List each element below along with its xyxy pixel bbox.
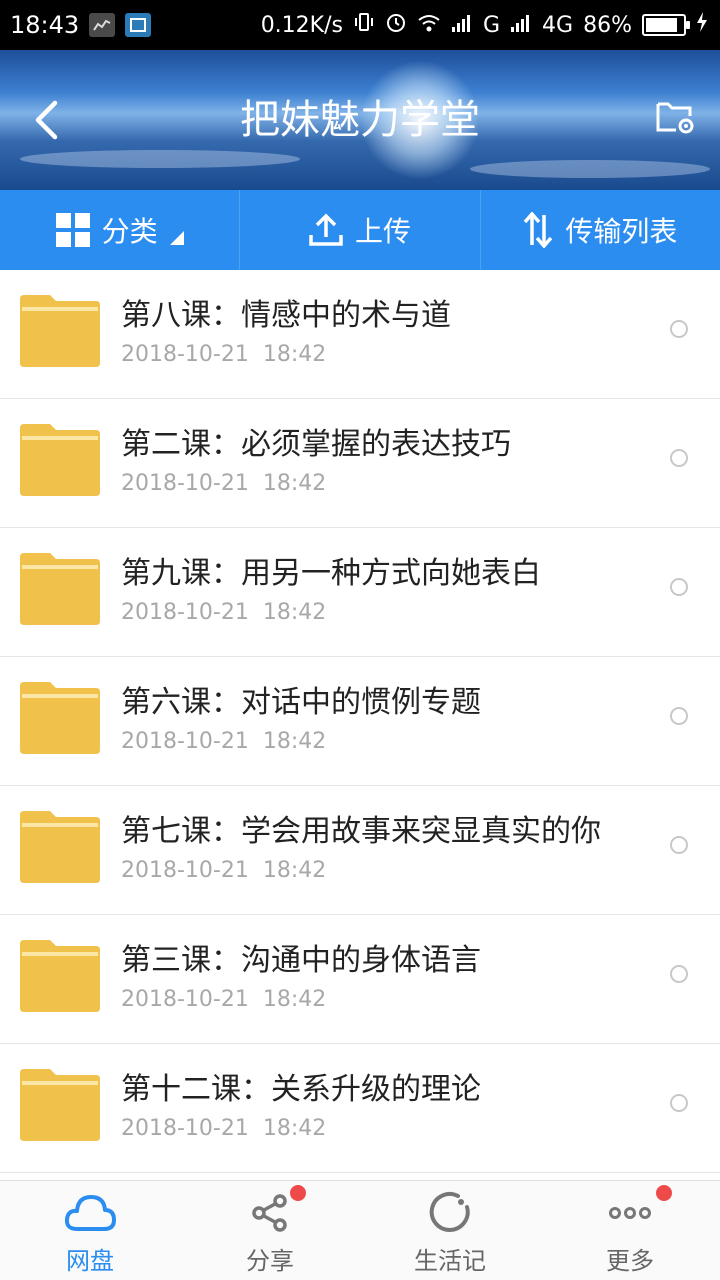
folder-icon <box>20 295 100 367</box>
folder-icon <box>20 940 100 1012</box>
folder-date: 2018-10-21 18:42 <box>121 1116 326 1141</box>
alarm-icon <box>385 11 407 39</box>
select-radio[interactable] <box>670 1094 688 1112</box>
folder-date: 2018-10-21 18:42 <box>121 471 326 496</box>
category-button[interactable]: 分类 <box>0 190 241 270</box>
more-icon <box>609 1207 651 1219</box>
folder-row[interactable]: 第三课：沟通中的身体语言 2018-10-21 18:42 <box>0 915 720 1044</box>
upload-icon <box>309 213 343 246</box>
folder-date-time: 18:42 <box>262 471 327 496</box>
folder-name: 第二课：必须掌握的表达技巧 <box>121 427 511 462</box>
category-label: 分类 <box>101 215 158 248</box>
upload-label: 上传 <box>354 215 411 248</box>
folder-date: 2018-10-21 18:42 <box>121 858 326 883</box>
folder-date-day: 2018-10-21 <box>121 729 249 754</box>
folder-date-time: 18:42 <box>262 987 327 1012</box>
nav-share-label: 分享 <box>246 1247 294 1275</box>
grid-icon <box>55 213 90 247</box>
select-radio[interactable] <box>670 836 688 854</box>
folder-name: 第七课：学会用故事来突显真实的你 <box>121 814 601 849</box>
nav-share[interactable]: 分享 <box>180 1181 360 1280</box>
nav-more-label: 更多 <box>606 1247 654 1275</box>
battery-percent: 86% <box>583 12 632 38</box>
folder-icon <box>20 1069 100 1141</box>
cloud-icon <box>64 1195 116 1231</box>
folder-name: 第十二课：关系升级的理论 <box>121 1072 481 1107</box>
life-record-icon <box>429 1192 470 1232</box>
folder-date-day: 2018-10-21 <box>121 858 249 883</box>
folder-date: 2018-10-21 18:42 <box>121 600 326 625</box>
folder-row[interactable]: 第九课：用另一种方式向她表白 2018-10-21 18:42 <box>0 528 720 657</box>
dropdown-triangle-icon <box>169 231 184 245</box>
net-speed: 0.12K/s <box>260 12 343 38</box>
nav-netdisk[interactable]: 网盘 <box>0 1181 180 1280</box>
folder-date-time: 18:42 <box>262 600 327 625</box>
screenshot-icon <box>125 13 152 37</box>
notification-dot <box>656 1185 672 1201</box>
folder-list: 第八课：情感中的术与道 2018-10-21 18:42 第二课：必须掌握的表达技巧… <box>0 270 720 1173</box>
page-title: 把妹魅力学堂 <box>240 97 480 143</box>
network-type-4g: 4G <box>542 12 574 38</box>
transfer-list-button[interactable]: 传输列表 <box>481 190 720 270</box>
select-radio[interactable] <box>670 449 688 467</box>
folder-date-day: 2018-10-21 <box>121 987 249 1012</box>
nav-netdisk-label: 网盘 <box>66 1247 114 1275</box>
activity-icon <box>89 13 116 37</box>
upload-button[interactable]: 上传 <box>240 190 481 270</box>
folder-date-time: 18:42 <box>262 858 327 883</box>
folder-settings-icon <box>656 102 694 134</box>
back-arrow-icon <box>35 100 58 140</box>
folder-name: 第六课：对话中的惯例专题 <box>121 685 481 720</box>
folder-settings-button[interactable] <box>654 96 702 144</box>
signal-icon <box>510 11 532 39</box>
wifi-icon <box>417 11 441 39</box>
folder-row[interactable]: 第十二课：关系升级的理论 2018-10-21 18:42 <box>0 1044 720 1173</box>
select-radio[interactable] <box>670 707 688 725</box>
folder-date-time: 18:42 <box>262 729 327 754</box>
status-time: 18:43 <box>10 11 80 39</box>
folder-icon <box>20 682 100 754</box>
folder-date-time: 18:42 <box>262 342 327 367</box>
bottom-nav: 网盘 分享 生活记 更多 <box>0 1180 720 1280</box>
share-icon <box>252 1194 287 1232</box>
folder-name: 第三课：沟通中的身体语言 <box>121 943 481 978</box>
back-button[interactable] <box>24 94 68 146</box>
folder-icon <box>20 811 100 883</box>
nav-life-label: 生活记 <box>414 1247 486 1275</box>
action-toolbar: 分类 上传 传输列表 <box>0 190 720 270</box>
charging-icon <box>696 11 708 39</box>
folder-name: 第八课：情感中的术与道 <box>121 298 451 333</box>
vibrate-icon <box>353 11 375 39</box>
nav-more[interactable]: 更多 <box>540 1181 720 1280</box>
folder-row[interactable]: 第二课：必须掌握的表达技巧 2018-10-21 18:42 <box>0 399 720 528</box>
folder-date-day: 2018-10-21 <box>121 342 249 367</box>
select-radio[interactable] <box>670 320 688 338</box>
network-type-g: G <box>482 12 501 38</box>
folder-row[interactable]: 第七课：学会用故事来突显真实的你 2018-10-21 18:42 <box>0 786 720 915</box>
folder-name: 第九课：用另一种方式向她表白 <box>121 556 541 591</box>
transfer-list-label: 传输列表 <box>565 215 678 248</box>
folder-row[interactable]: 第六课：对话中的惯例专题 2018-10-21 18:42 <box>0 657 720 786</box>
folder-date: 2018-10-21 18:42 <box>121 342 326 367</box>
status-bar: 18:43 0.12K/s G 4G 86% <box>0 0 720 50</box>
battery-icon <box>642 14 690 36</box>
signal-icon <box>451 11 473 39</box>
folder-icon <box>20 553 100 625</box>
folder-row[interactable]: 第八课：情感中的术与道 2018-10-21 18:42 <box>0 270 720 399</box>
folder-date-day: 2018-10-21 <box>121 600 249 625</box>
folder-date: 2018-10-21 18:42 <box>121 729 326 754</box>
header-banner: 把妹魅力学堂 <box>0 50 720 190</box>
transfer-arrows-icon <box>523 212 553 248</box>
select-radio[interactable] <box>670 578 688 596</box>
folder-icon <box>20 424 100 496</box>
select-radio[interactable] <box>670 965 688 983</box>
nav-life[interactable]: 生活记 <box>360 1181 540 1280</box>
folder-date-day: 2018-10-21 <box>121 1116 249 1141</box>
folder-date-day: 2018-10-21 <box>121 471 249 496</box>
notification-dot <box>290 1185 306 1201</box>
folder-date-time: 18:42 <box>262 1116 327 1141</box>
folder-date: 2018-10-21 18:42 <box>121 987 326 1012</box>
